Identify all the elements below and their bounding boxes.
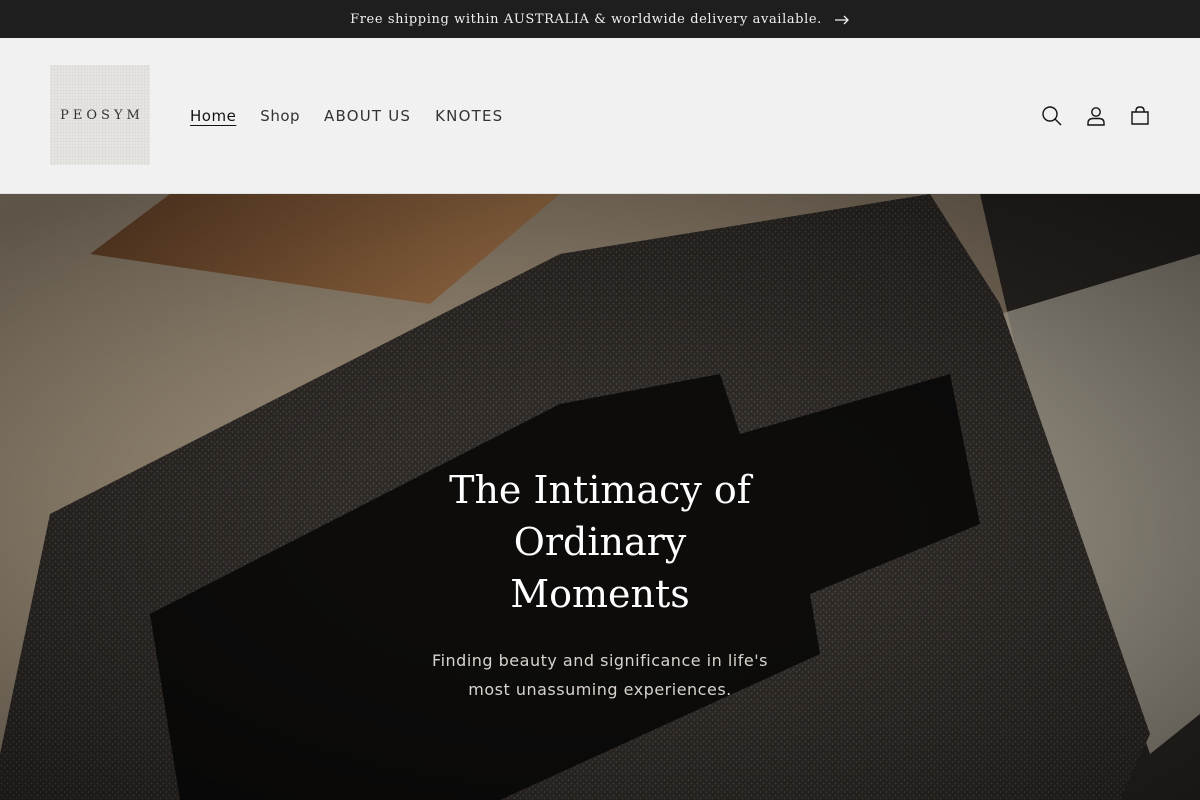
header-icons: [1030, 38, 1162, 194]
hero-subtitle: Finding beauty and significance in life'…: [432, 651, 768, 699]
nav-item-shop[interactable]: Shop: [260, 107, 300, 125]
hero-title: The Intimacy of Ordinary Moments: [449, 468, 751, 616]
logo[interactable]: PEOSYM: [50, 65, 150, 165]
hero-banner: The Intimacy of Ordinary Moments Finding…: [0, 194, 1200, 800]
nav-item-knotes[interactable]: KNOTES: [435, 107, 503, 125]
nav-item-about-us[interactable]: ABOUT US: [324, 107, 411, 125]
search-icon[interactable]: [1030, 94, 1074, 138]
logo-text: PEOSYM: [60, 107, 144, 123]
cart-icon[interactable]: [1118, 94, 1162, 138]
account-icon[interactable]: [1074, 94, 1118, 138]
main-nav: Home Shop ABOUT US KNOTES: [190, 38, 527, 194]
hero-content: The Intimacy of Ordinary Moments Finding…: [300, 464, 900, 704]
arrow-right-icon[interactable]: [834, 14, 850, 25]
site-header: PEOSYM Home Shop ABOUT US KNOTES: [0, 38, 1200, 194]
announcement-text: Free shipping within AUSTRALIA & worldwi…: [350, 11, 822, 27]
nav-item-home[interactable]: Home: [190, 107, 236, 125]
announcement-bar[interactable]: Free shipping within AUSTRALIA & worldwi…: [0, 0, 1200, 38]
